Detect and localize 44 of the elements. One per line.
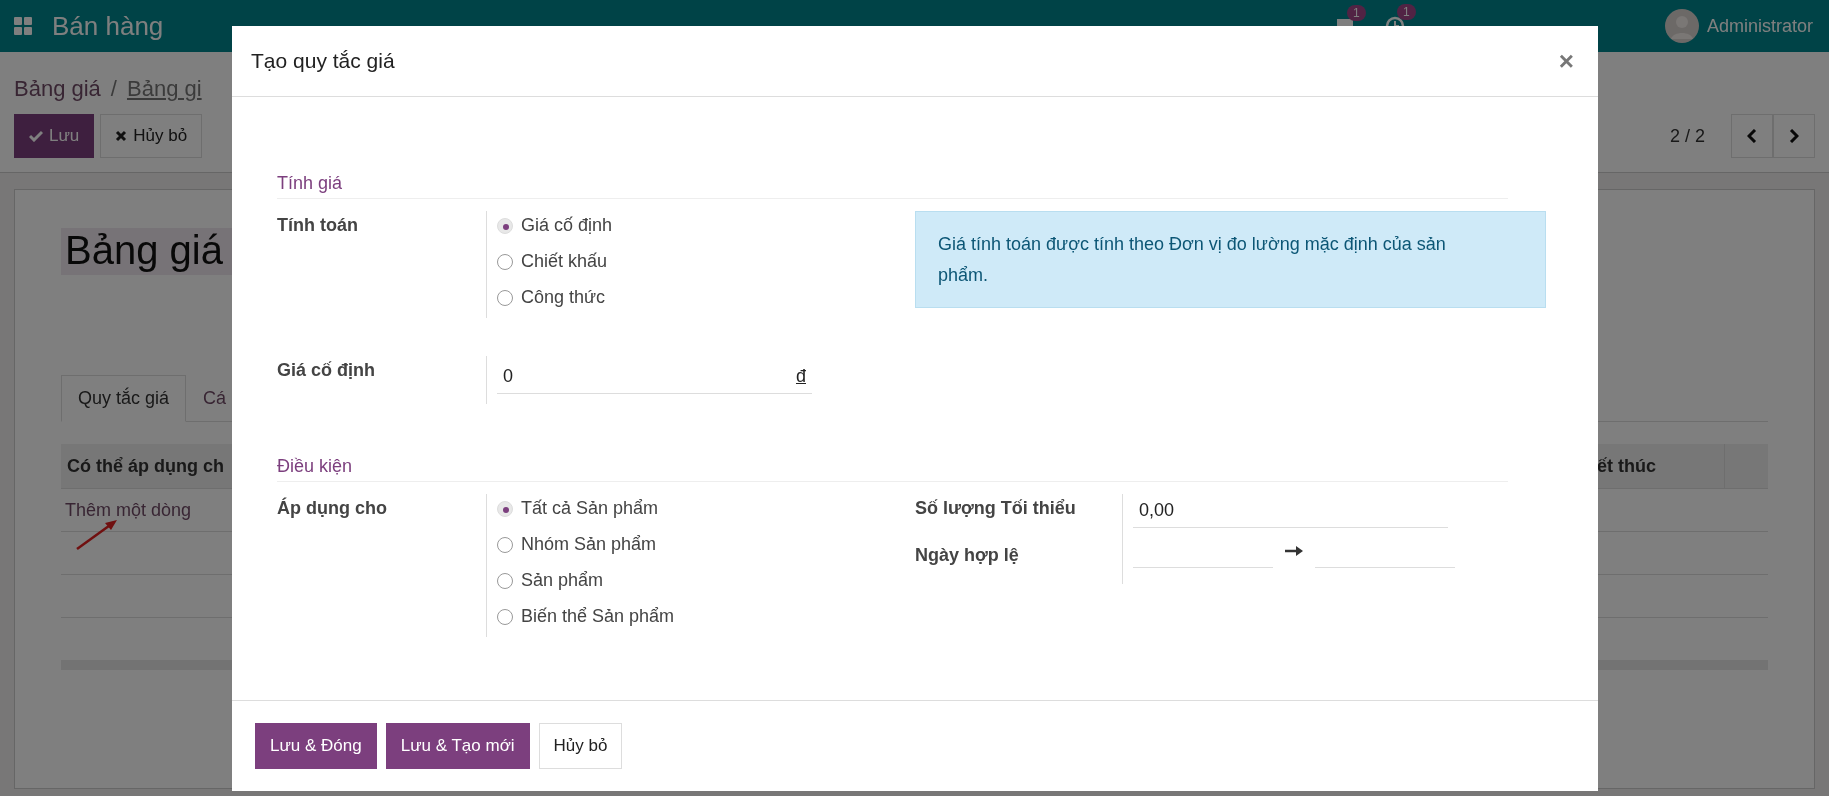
field-label: Giá cố định xyxy=(277,359,376,382)
apps-menu-icon[interactable] xyxy=(14,17,32,35)
field-label: Ngày hợp lệ xyxy=(915,545,1020,566)
field-label: Số lượng Tối thiểu xyxy=(915,498,1077,519)
discard-button[interactable]: Hủy bỏ xyxy=(538,723,623,769)
radio-option[interactable]: Nhóm Sản phẩm xyxy=(497,534,675,555)
price-input[interactable]: 0 đ xyxy=(497,360,812,394)
chevron-right-icon xyxy=(1789,129,1799,143)
field-label: Tính toán xyxy=(277,214,359,237)
radio-option[interactable]: Giá cố định xyxy=(497,215,613,236)
section-heading: Điều kiện xyxy=(277,456,1508,482)
info-note: Giá tính toán được tính theo Đơn vị đo lường mặc định của sản phẩm. xyxy=(915,211,1546,309)
next-button[interactable] xyxy=(1773,114,1815,158)
radio-option[interactable]: Tất cả Sản phẩm xyxy=(497,498,675,519)
quantity-input[interactable]: 0,00 xyxy=(1133,494,1448,528)
radio-option[interactable]: Công thức xyxy=(497,287,613,308)
annotation-arrow-icon xyxy=(75,517,119,551)
discard-button[interactable]: Hủy bỏ xyxy=(100,114,203,158)
chevron-left-icon xyxy=(1747,129,1757,143)
avatar-icon[interactable] xyxy=(1664,9,1699,43)
field-label: Áp dụng cho xyxy=(277,496,388,520)
section-heading: Tính giá xyxy=(277,173,1508,199)
check-icon xyxy=(29,130,43,142)
column-header[interactable]: ết thúc xyxy=(1597,455,1724,477)
breadcrumb-separator: / xyxy=(110,76,117,102)
add-line-link[interactable]: Thêm một dòng xyxy=(65,499,192,521)
save-button[interactable]: Lưu & Tạo mới xyxy=(385,723,530,769)
radio-option[interactable]: Sản phẩm xyxy=(497,570,675,591)
notification-badge: 1 xyxy=(1396,4,1416,20)
pager-value: 2 / 2 xyxy=(1669,125,1705,147)
arrow-right-icon xyxy=(1285,546,1303,556)
close-button[interactable]: × xyxy=(1552,45,1580,77)
save-button[interactable]: Lưu xyxy=(14,114,95,158)
previous-button[interactable] xyxy=(1731,114,1773,158)
radio-option[interactable]: Biến thể Sản phẩm xyxy=(497,606,675,627)
save-button[interactable]: Lưu & Đóng xyxy=(255,723,377,769)
tab[interactable]: Quy tắc giá xyxy=(61,375,187,422)
breadcrumb-current: Bảng gi xyxy=(127,76,202,102)
breadcrumb-link[interactable]: Bảng giá xyxy=(14,76,101,102)
radio-option[interactable]: Chiết khấu xyxy=(497,251,613,272)
dialog-title: Tạo quy tắc giá xyxy=(251,49,396,73)
currency-symbol: đ xyxy=(796,366,806,387)
close-icon xyxy=(115,130,128,142)
notification-badge: 1 xyxy=(1346,5,1366,21)
